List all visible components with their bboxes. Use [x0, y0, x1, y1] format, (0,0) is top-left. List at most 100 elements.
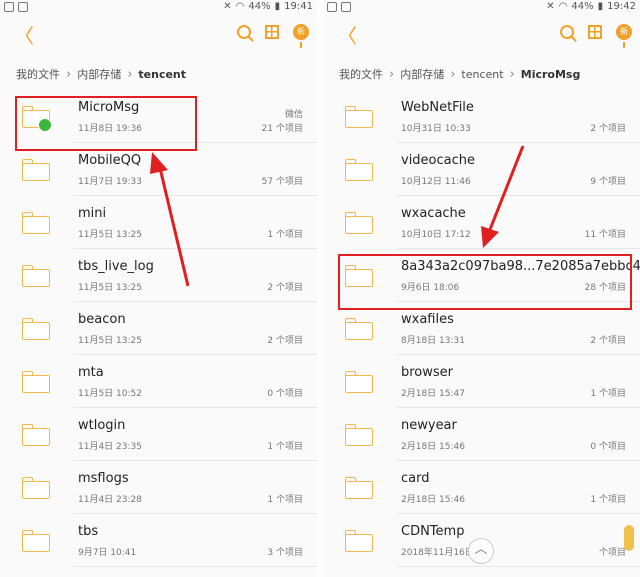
- folder-name: wxafiles: [401, 312, 454, 327]
- folder-row[interactable]: videocache 10月12日 11:46 9 个项目: [323, 143, 640, 196]
- folder-item-count: 2 个项目: [267, 283, 303, 293]
- folder-icon: [345, 159, 373, 181]
- toolbar: 〈 新: [323, 18, 640, 54]
- folder-date: 11月4日 23:35: [78, 442, 142, 452]
- folder-date: 10月12日 11:46: [401, 177, 471, 187]
- folder-icon: [22, 265, 50, 287]
- folder-icon: [345, 371, 373, 393]
- folder-item-count: 1 个项目: [590, 389, 626, 399]
- folder-icon: [22, 318, 50, 340]
- folder-icon: [22, 477, 50, 499]
- folder-name: card: [401, 471, 430, 486]
- breadcrumb-item[interactable]: 内部存储: [77, 66, 121, 82]
- grid-view-icon[interactable]: [265, 25, 279, 39]
- folder-row[interactable]: card 2月18日 15:46 1 个项目: [323, 461, 640, 514]
- folder-row[interactable]: msflogs 11月4日 23:28 1 个项目: [0, 461, 317, 514]
- folder-icon: [22, 212, 50, 234]
- clock: 19:41: [284, 1, 313, 12]
- folder-row[interactable]: wtlogin 11月4日 23:35 1 个项目: [0, 408, 317, 461]
- image-icon: [18, 2, 28, 12]
- folder-name: tbs: [78, 524, 99, 539]
- folder-icon: [22, 159, 50, 181]
- back-icon[interactable]: 〈: [14, 24, 34, 48]
- breadcrumb-item[interactable]: tencent: [461, 68, 503, 81]
- chevron-right-icon: ›: [509, 66, 515, 82]
- battery-text: 44%: [571, 1, 594, 12]
- folder-item-count: 0 个项目: [267, 389, 303, 399]
- folder-name: wtlogin: [78, 418, 126, 433]
- left-panel: ✕ ◠ 44% ▮ 19:41 〈 新 我的文件 › 内部存储 › tencen…: [0, 0, 317, 577]
- breadcrumb-current: MicroMsg: [520, 67, 581, 81]
- folder-icon: [22, 371, 50, 393]
- folder-date: 10月10日 17:12: [401, 230, 471, 240]
- folder-icon: [345, 530, 373, 552]
- folder-date: 9月7日 10:41: [78, 548, 137, 558]
- folder-name: videocache: [401, 153, 476, 168]
- status-bar: ✕ ◠ 44% ▮ 19:41: [0, 0, 317, 16]
- clock: 19:42: [607, 1, 636, 12]
- folder-date: 11月7日 19:33: [78, 177, 142, 187]
- folder-icon: [345, 106, 373, 128]
- back-icon[interactable]: 〈: [337, 24, 357, 48]
- folder-item-count: 11 个项目: [584, 230, 626, 240]
- folder-date: 2月18日 15:47: [401, 389, 465, 399]
- folder-row[interactable]: newyear 2月18日 15:46 0 个项目: [323, 408, 640, 461]
- folder-row[interactable]: wxacache 10月10日 17:12 11 个项目: [323, 196, 640, 249]
- breadcrumb-item[interactable]: 内部存储: [400, 66, 444, 82]
- folder-name: tbs_live_log: [78, 259, 154, 274]
- breadcrumb-item[interactable]: 我的文件: [16, 66, 60, 82]
- folder-date: 11月4日 23:28: [78, 495, 142, 505]
- folder-row[interactable]: beacon 11月5日 13:25 2 个项目: [0, 302, 317, 355]
- divider: [397, 566, 640, 567]
- mute-icon: ✕: [223, 1, 232, 12]
- folder-icon: [345, 318, 373, 340]
- folder-name: wxacache: [401, 206, 466, 221]
- folder-row[interactable]: browser 2月18日 15:47 1 个项目: [323, 355, 640, 408]
- battery-text: 44%: [248, 1, 271, 12]
- scroll-to-top-button[interactable]: ︿: [468, 538, 494, 564]
- image-icon: [341, 2, 351, 12]
- folder-row[interactable]: tbs 9月7日 10:41 3 个项目: [0, 514, 317, 567]
- folder-icon: [345, 212, 373, 234]
- battery-icon: ▮: [274, 1, 281, 12]
- folder-row[interactable]: WebNetFile 10月31日 10:33 2 个项目: [323, 90, 640, 143]
- folder-icon: [22, 530, 50, 552]
- folder-date: 2月18日 15:46: [401, 442, 465, 452]
- breadcrumb-current: tencent: [138, 67, 187, 81]
- breadcrumb-item[interactable]: 我的文件: [339, 66, 383, 82]
- folder-row[interactable]: tbs_live_log 11月5日 13:25 2 个项目: [0, 249, 317, 302]
- search-icon[interactable]: [237, 25, 251, 39]
- toolbar: 〈 新: [0, 18, 317, 54]
- folder-date: 2018年11月16日: [401, 548, 474, 558]
- folder-date: 11月5日 13:25: [78, 230, 142, 240]
- folder-item-count: 9 个项目: [590, 177, 626, 187]
- image-icon: [4, 2, 14, 12]
- folder-date: 8月18日 13:31: [401, 336, 465, 346]
- mute-icon: ✕: [546, 1, 555, 12]
- folder-item-count: 0 个项目: [590, 442, 626, 452]
- scrollbar-thumb[interactable]: [624, 525, 634, 551]
- breadcrumb: 我的文件 › 内部存储 › tencent › MicroMsg: [339, 66, 580, 82]
- folder-item-count: 1 个项目: [267, 230, 303, 240]
- search-icon[interactable]: [560, 25, 574, 39]
- grid-view-icon[interactable]: [588, 25, 602, 39]
- chevron-right-icon: ›: [127, 66, 133, 82]
- folder-item-count: 21 个项目: [261, 124, 303, 134]
- new-badge-icon[interactable]: 新: [293, 24, 309, 48]
- new-badge-icon[interactable]: 新: [616, 24, 632, 48]
- folder-row[interactable]: mini 11月5日 13:25 1 个项目: [0, 196, 317, 249]
- folder-item-count: 个项目: [598, 548, 626, 558]
- chevron-right-icon: ›: [66, 66, 72, 82]
- folder-row[interactable]: mta 11月5日 10:52 0 个项目: [0, 355, 317, 408]
- folder-name: browser: [401, 365, 454, 380]
- folder-name: msflogs: [78, 471, 129, 486]
- folder-item-count: 2 个项目: [267, 336, 303, 346]
- folder-icon: [345, 477, 373, 499]
- folder-tag: 微信: [284, 110, 303, 120]
- wifi-icon: ◠: [235, 1, 245, 12]
- battery-icon: ▮: [597, 1, 604, 12]
- folder-date: 2月18日 15:46: [401, 495, 465, 505]
- folder-item-count: 1 个项目: [267, 495, 303, 505]
- folder-item-count: 2 个项目: [590, 336, 626, 346]
- folder-item-count: 57 个项目: [261, 177, 303, 187]
